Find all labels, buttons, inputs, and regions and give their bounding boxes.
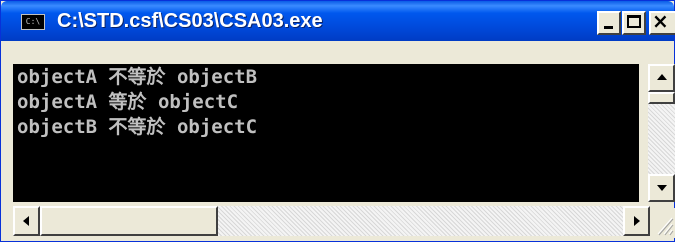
arrow-down-icon xyxy=(657,185,667,191)
close-icon: × xyxy=(652,9,669,33)
resize-grip[interactable] xyxy=(650,208,675,238)
scroll-up-button[interactable] xyxy=(648,64,675,92)
console-line: objectA 不等於 objectB xyxy=(17,66,258,88)
vertical-scroll-thumb[interactable] xyxy=(648,92,675,104)
minimize-icon xyxy=(604,26,613,29)
scroll-left-button[interactable] xyxy=(13,206,40,236)
console-line: objectA 等於 objectC xyxy=(17,91,239,113)
maximize-button[interactable] xyxy=(622,11,646,35)
minimize-button[interactable] xyxy=(597,11,621,35)
maximize-icon xyxy=(627,15,641,28)
console-output[interactable]: objectA 不等於 objectB objectA 等於 objectC o… xyxy=(13,64,639,202)
scroll-right-button[interactable] xyxy=(623,206,650,236)
horizontal-scrollbar[interactable] xyxy=(13,206,650,236)
scroll-down-button[interactable] xyxy=(648,174,675,202)
console-line: objectB 不等於 objectC xyxy=(17,116,258,138)
arrow-left-icon xyxy=(23,216,29,226)
close-button[interactable]: × xyxy=(649,9,675,35)
arrow-right-icon xyxy=(634,216,640,226)
vertical-scrollbar[interactable] xyxy=(648,64,675,202)
arrow-up-icon xyxy=(657,74,667,80)
console-app-icon[interactable]: C:\ xyxy=(21,14,45,30)
console-window: C:\ C:\STD.csf\CS03\CSA03.exe × objectA … xyxy=(0,0,675,242)
title-bar[interactable]: C:\ C:\STD.csf\CS03\CSA03.exe × xyxy=(1,1,675,41)
horizontal-scroll-thumb[interactable] xyxy=(40,206,218,236)
resize-grip-icon xyxy=(657,217,674,236)
window-title: C:\STD.csf\CS03\CSA03.exe xyxy=(57,10,323,32)
